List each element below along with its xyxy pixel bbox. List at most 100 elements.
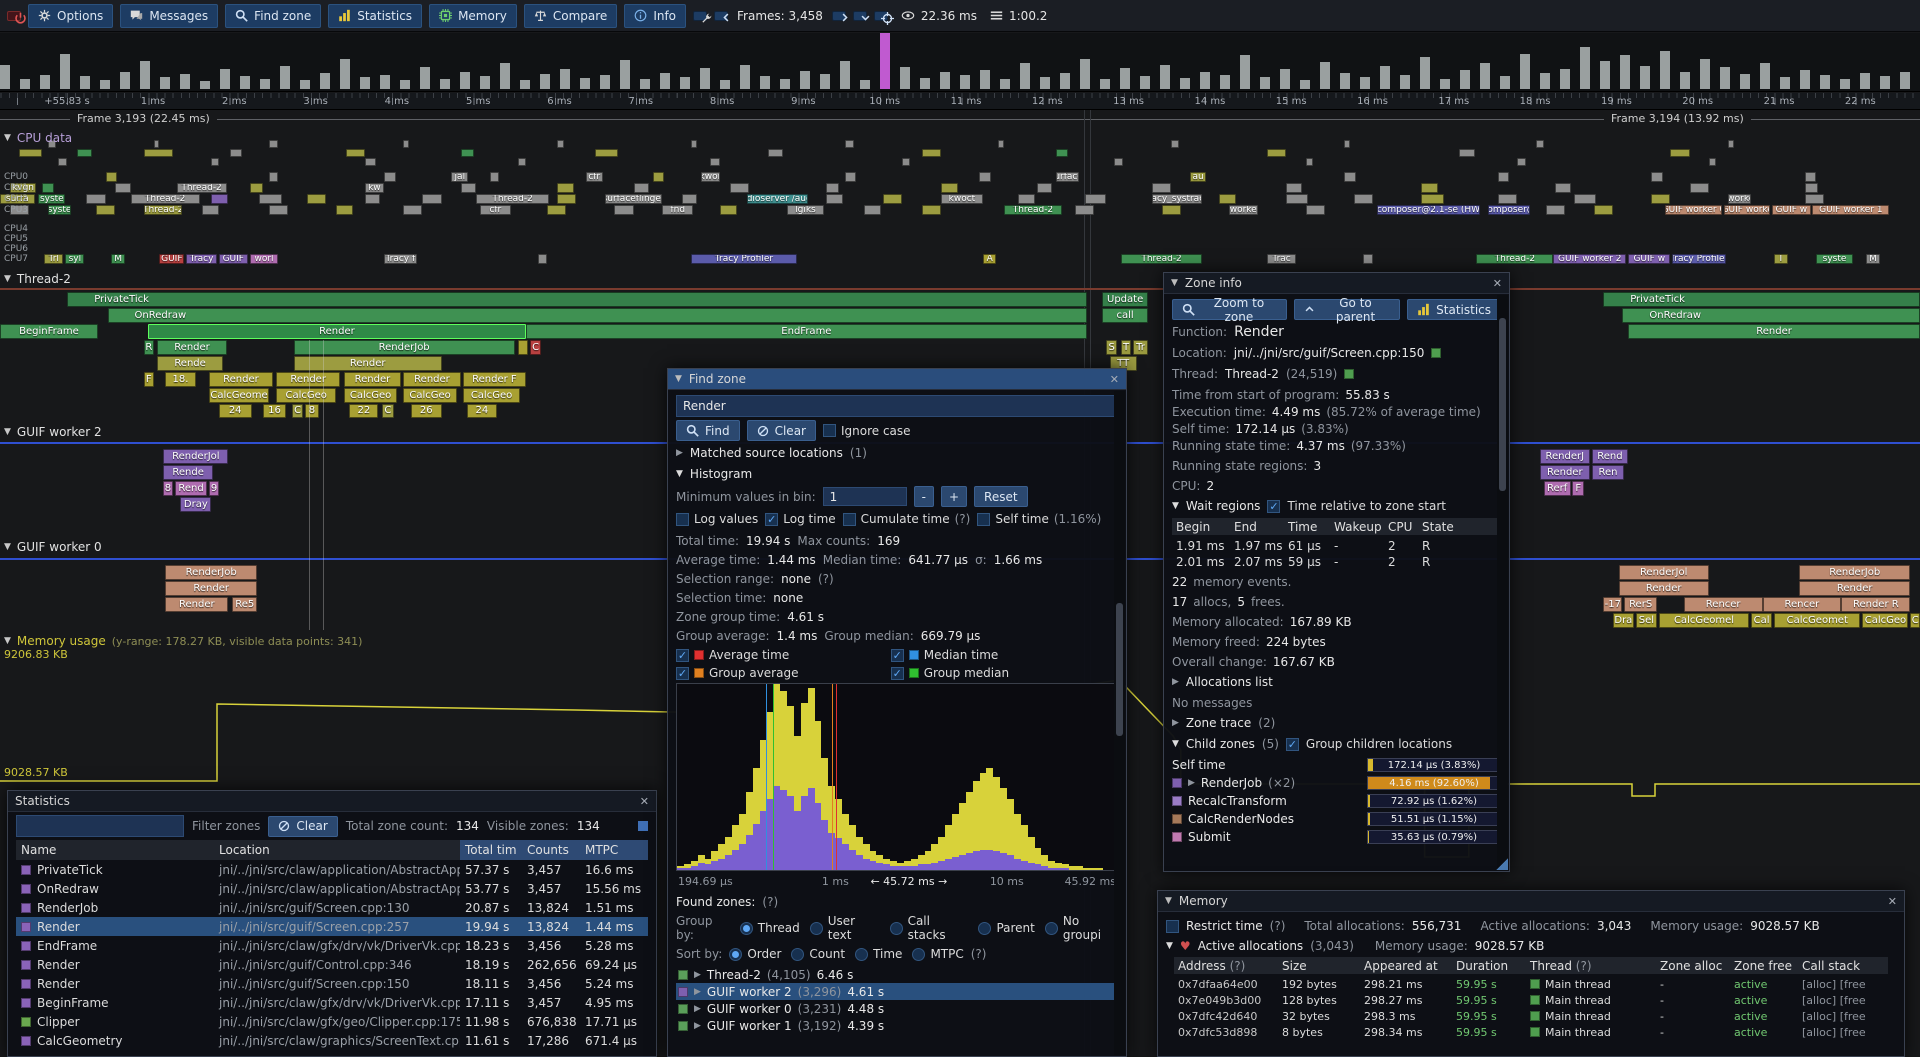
timeline-zone[interactable] xyxy=(96,205,115,215)
timeline-zone-guif-worker-2[interactable]: GUIF worker 2 xyxy=(1553,254,1626,264)
timeline-zone-rers[interactable]: RerS xyxy=(1624,597,1657,612)
timeline-zone[interactable] xyxy=(653,172,665,182)
timeline-zone[interactable] xyxy=(922,149,941,157)
timeline-zone[interactable] xyxy=(1805,183,1818,193)
timeline-zone-rende[interactable]: Rende xyxy=(157,356,222,371)
found-zone-group[interactable]: ▶GUIF worker 0(3,231)4.48 s xyxy=(676,1000,1118,1017)
timeline-zone-thread-2[interactable]: Thread-2 xyxy=(131,194,200,204)
timeline-zone-tracy-profiler[interactable]: Tracy Profiler xyxy=(691,254,797,264)
wait-column-cpu[interactable]: CPU xyxy=(1384,518,1418,535)
timeline-zone-f[interactable]: F xyxy=(144,372,154,387)
timeline-zone-thread-2[interactable]: Thread-2 xyxy=(1121,254,1202,264)
timeline-zone-guif-worker-0[interactable]: GUIF worker 0 xyxy=(1665,205,1723,215)
stats-row[interactable]: Renderjni/../jni/src/guif/Screen.cpp:257… xyxy=(16,917,648,936)
histogram-bar[interactable] xyxy=(966,792,973,870)
histogram-bar[interactable] xyxy=(1090,868,1097,870)
frame-dropdown-button[interactable] xyxy=(853,11,867,21)
timeline-zone-c[interactable]: C xyxy=(292,404,304,418)
timeline-zone-update[interactable]: Update xyxy=(1102,292,1148,307)
histogram-bar[interactable] xyxy=(1055,863,1062,870)
timeline-zone[interactable] xyxy=(365,158,377,166)
timeline-zone-t[interactable]: T xyxy=(1121,340,1131,355)
mem-column-zone-free[interactable]: Zone free xyxy=(1730,957,1798,974)
checkbox-icon[interactable]: ✓ xyxy=(1267,500,1280,513)
child-zones-toggle[interactable]: ▼Child zones(5)✓Group children locations xyxy=(1172,735,1501,753)
timeline-zone[interactable] xyxy=(230,149,242,157)
timeline-zone-thread-2[interactable]: Thread-2 xyxy=(1476,254,1553,264)
resize-grip[interactable] xyxy=(1495,857,1508,870)
timeline-zone[interactable] xyxy=(883,194,902,204)
timeline-zone[interactable] xyxy=(547,205,566,215)
histogram-bar[interactable] xyxy=(794,736,801,870)
timeline-zone-26[interactable]: 26 xyxy=(411,404,442,418)
histogram-bar[interactable] xyxy=(691,861,698,870)
help-icon[interactable]: (?) xyxy=(1270,919,1286,933)
zone-info-titlebar[interactable]: ▼ Zone info ✕ xyxy=(1164,273,1509,294)
table-options-icon[interactable] xyxy=(638,821,648,831)
find-zone-histogram[interactable] xyxy=(676,683,1118,871)
min-bin-input[interactable] xyxy=(823,487,907,506)
histogram-bar[interactable] xyxy=(863,844,870,870)
timeline-zone-render[interactable]: Render xyxy=(344,372,402,387)
checkbox-icon[interactable]: ✓ xyxy=(765,513,778,526)
timeline-zone[interactable] xyxy=(1651,172,1663,182)
timeline-zone[interactable] xyxy=(1536,140,1544,148)
histogram-bar[interactable] xyxy=(945,825,952,870)
timeline-zone-tracy-profiler[interactable]: Tracy Profiler xyxy=(1672,254,1726,264)
timeline-zone[interactable] xyxy=(1056,149,1068,157)
allocation-row[interactable]: 0x7dfaa64e00192 bytes298.21 ms59.95 sMai… xyxy=(1174,976,1888,992)
legend-median-time[interactable]: ✓Median time xyxy=(891,648,1099,662)
section-header-guif0[interactable]: ▼GUIF worker 0 xyxy=(4,540,102,554)
timeline-zone-onredraw[interactable]: OnRedraw xyxy=(108,308,1087,323)
timeline-zone-ren[interactable]: Ren xyxy=(1592,465,1625,480)
checkbox-icon[interactable] xyxy=(977,513,990,526)
active-allocations-toggle[interactable]: ▼ ♥ Active allocations (3,043) Memory us… xyxy=(1166,937,1896,955)
timeline-zone-sel[interactable]: Sel xyxy=(1636,613,1657,628)
histogram-toggle[interactable]: ▼Histogram xyxy=(676,465,1118,483)
allocation-row[interactable]: 0x7dfc42d64032 bytes298.3 ms59.95 sMain … xyxy=(1174,1008,1888,1024)
caret-icon[interactable]: ▼ xyxy=(4,133,11,143)
timeline-zone-render[interactable]: Render xyxy=(157,340,226,355)
found-zone-group[interactable]: ▶Thread-2(4,105)6.46 s xyxy=(676,966,1118,983)
timeline-zone-r[interactable]: R xyxy=(144,340,154,355)
timeline-zone[interactable] xyxy=(1075,205,1094,215)
clear-filter-button[interactable]: Clear xyxy=(268,816,337,837)
mem-column-zone-alloc[interactable]: Zone alloc xyxy=(1656,957,1730,974)
timeline-zone-9[interactable]: 9 xyxy=(209,481,219,496)
histogram-bar[interactable] xyxy=(842,814,849,870)
timeline-zone[interactable] xyxy=(1306,158,1314,166)
mem-column-duration[interactable]: Duration xyxy=(1452,957,1526,974)
timeline-zone-render[interactable]: Render xyxy=(294,356,442,371)
wait-regions-toggle[interactable]: ▼Wait regions✓Time relative to zone star… xyxy=(1172,497,1501,515)
histogram-bar[interactable] xyxy=(883,859,890,870)
timeline-zone[interactable] xyxy=(307,194,326,204)
mem-column-address[interactable]: Address (?) xyxy=(1174,957,1278,974)
go-to-parent-button[interactable]: Go to parent xyxy=(1294,299,1400,320)
timeline-zone-syl[interactable]: syl xyxy=(65,254,84,264)
timeline-zone[interactable] xyxy=(461,183,476,193)
option-log-values[interactable]: Log values xyxy=(676,512,758,526)
timeline-zone-tr[interactable]: Tr xyxy=(1133,340,1148,355)
found-zone-group[interactable]: ▶GUIF worker 2(3,296)4.61 s xyxy=(676,983,1118,1000)
histogram-bar[interactable] xyxy=(986,768,993,870)
timeline-zone-surfaceflinger[interactable]: surfaceflinger xyxy=(605,194,663,204)
timeline-zone[interactable] xyxy=(1805,172,1817,182)
timeline-zone--17[interactable]: -17 xyxy=(1603,597,1622,612)
timeline-zone-16[interactable]: 16 xyxy=(263,404,286,418)
legend-group-average[interactable]: ✓Group average xyxy=(676,666,884,680)
timeline-zone[interactable] xyxy=(518,158,526,166)
timeline-zone-calcgeo[interactable]: CalcGeo xyxy=(403,388,457,403)
timeline-zone-render[interactable]: Render xyxy=(148,324,526,339)
timeline-zone[interactable] xyxy=(269,172,279,182)
options-button[interactable]: Options xyxy=(28,4,113,28)
histogram-bar[interactable] xyxy=(876,855,883,870)
memory-button[interactable]: Memory xyxy=(429,4,517,28)
timeline-zone-24[interactable]: 24 xyxy=(219,404,252,418)
timeline-zone-guif-w[interactable]: GUIF w xyxy=(1772,205,1810,215)
clear-button[interactable]: Clear xyxy=(747,420,816,441)
timeline-zone-thread-2[interactable]: Thread-2 xyxy=(144,205,182,215)
stats-column-counts[interactable]: Counts xyxy=(522,840,580,860)
timeline-zone-rend[interactable]: Rend xyxy=(1592,449,1628,464)
timeline-zone[interactable] xyxy=(202,205,219,215)
timeline-zone[interactable] xyxy=(557,194,576,204)
